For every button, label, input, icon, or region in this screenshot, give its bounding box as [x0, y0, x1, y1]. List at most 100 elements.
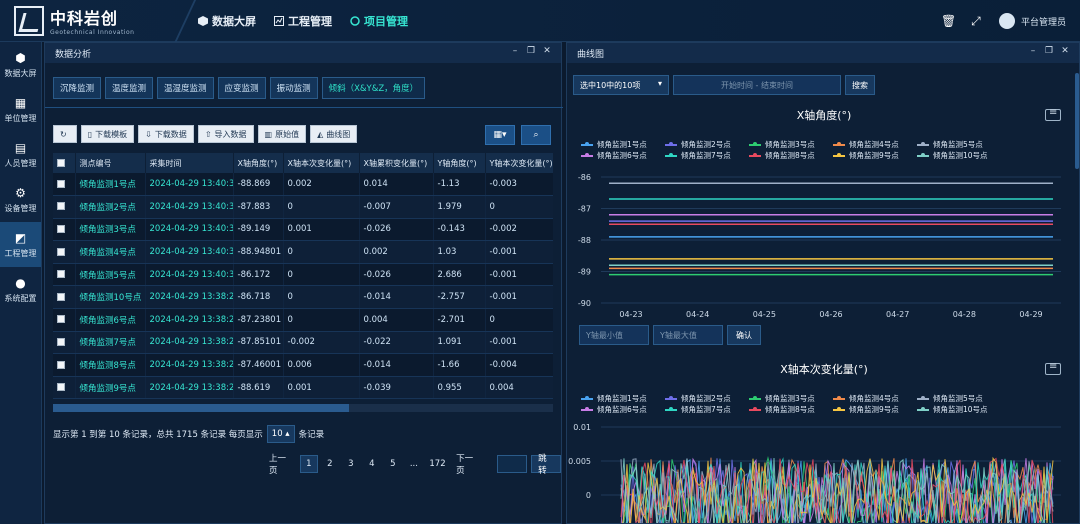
legend-item[interactable]: 倾角监测2号点 — [665, 393, 749, 404]
table-row[interactable]: 倾角监测3号点 2024-04-29 13:40:37 -89.149 0.001 -0… — [53, 218, 553, 242]
row-checkbox[interactable] — [57, 360, 65, 369]
nav-data-screen[interactable]: 数据大屏 — [198, 13, 256, 29]
y-max-input[interactable]: Y轴最大值 — [653, 325, 723, 345]
trash-icon[interactable]: 🗑 — [941, 14, 956, 28]
table-row[interactable]: 倾角监测5号点 2024-04-29 13:40:37 -86.172 0 -0.026… — [53, 263, 553, 287]
page-button[interactable]: 1 — [299, 455, 318, 473]
search-button[interactable]: ⌕ — [521, 125, 551, 145]
sidebar-item-data-screen[interactable]: ⬢ 数据大屏 — [0, 42, 41, 87]
legend-item[interactable]: 倾角监测6号点 — [581, 150, 665, 161]
row-checkbox[interactable] — [57, 383, 65, 392]
avatar[interactable] — [998, 13, 1015, 29]
legend-item[interactable]: 倾角监测10号点 — [917, 150, 1001, 161]
sidebar-item-unit-management[interactable]: ▦ 单位管理 — [0, 87, 41, 132]
table-row[interactable]: 倾角监测10号点 2024-04-29 13:38:23 -86.718 0 -0.01… — [53, 285, 553, 310]
columns-toggle-button[interactable]: ▦▾ — [485, 125, 515, 145]
legend-item[interactable]: 倾角监测3号点 — [749, 139, 833, 150]
import-data-button[interactable]: ⇧ 导入数据 — [197, 125, 254, 143]
chart-menu-icon[interactable] — [1045, 361, 1061, 375]
table-row[interactable]: 倾角监测9号点 2024-04-29 13:38:23 -88.619 0.001 -0… — [53, 376, 553, 400]
page-button[interactable]: 2 — [321, 455, 339, 473]
legend-item[interactable]: 倾角监测8号点 — [749, 150, 833, 161]
sidebar-item-personnel-management[interactable]: ▤ 人员管理 — [0, 132, 41, 177]
legend-item[interactable]: 倾角监测4号点 — [833, 139, 917, 150]
column-header[interactable]: Y轴角度(°) — [433, 153, 486, 173]
column-header[interactable]: X轴累积变化量(°) — [359, 153, 434, 173]
select-all-checkbox[interactable] — [57, 159, 65, 167]
close-icon[interactable]: ✕ — [1059, 46, 1071, 56]
row-checkbox[interactable] — [57, 179, 65, 188]
page-size-select[interactable]: 10 ▴ — [266, 425, 295, 443]
minimize-icon[interactable]: – — [1027, 46, 1039, 56]
chart-menu-icon[interactable] — [1045, 107, 1061, 121]
tab-temp-humidity[interactable]: 温湿度监测 — [157, 77, 214, 99]
vertical-scrollbar[interactable] — [1073, 63, 1079, 523]
tab-temperature[interactable]: 温度监测 — [105, 77, 154, 99]
search-button[interactable]: 搜索 — [845, 75, 875, 95]
fullscreen-icon[interactable]: ⤢ — [969, 14, 983, 28]
page-button[interactable]: 5 — [384, 455, 402, 473]
sidebar-item-device-management[interactable]: ⚙ 设备管理 — [0, 177, 41, 222]
prev-page-button[interactable]: 上一页 — [265, 454, 297, 476]
download-template-button[interactable]: ▯ 下载模板 — [80, 125, 135, 143]
page-button[interactable]: 4 — [363, 455, 381, 473]
table-row[interactable]: 倾角监测8号点 2024-04-29 13:38:23 -87.46001 0.006… — [53, 353, 553, 377]
column-header[interactable]: X轴本次变化量(°) — [283, 153, 360, 173]
legend-item[interactable]: 倾角监测5号点 — [917, 139, 1001, 150]
table-row[interactable]: 倾角监测2号点 2024-04-29 13:40:37 -87.883 0 -0.007… — [53, 195, 553, 219]
row-checkbox[interactable] — [57, 292, 65, 301]
maximize-icon[interactable]: ❐ — [525, 46, 537, 56]
row-checkbox[interactable] — [57, 202, 65, 211]
legend-item[interactable]: 倾角监测8号点 — [749, 404, 833, 415]
series-select[interactable]: 选中10中的10项 — [573, 75, 669, 95]
confirm-button[interactable]: 确认 — [727, 325, 761, 345]
maximize-icon[interactable]: ❐ — [1043, 46, 1055, 56]
table-row[interactable]: 倾角监测6号点 2024-04-29 13:38:23 -87.23801 0 0.00… — [53, 308, 553, 332]
row-checkbox[interactable] — [57, 224, 65, 233]
legend-item[interactable]: 倾角监测9号点 — [833, 404, 917, 415]
legend-item[interactable]: 倾角监测1号点 — [581, 139, 665, 150]
legend-item[interactable]: 倾角监测1号点 — [581, 393, 665, 404]
curve-chart-button[interactable]: ◭ 曲线图 — [310, 125, 358, 143]
minimize-icon[interactable]: – — [509, 46, 521, 56]
legend-item[interactable]: 倾角监测10号点 — [917, 404, 1001, 415]
column-header[interactable]: 测点编号 — [75, 153, 146, 173]
sidebar-item-system-config[interactable]: ● 系统配置 — [0, 267, 41, 312]
row-checkbox[interactable] — [57, 315, 65, 324]
table-row[interactable]: 倾角监测1号点 2024-04-29 13:40:37 -88.869 0.002 0.… — [53, 173, 553, 197]
row-checkbox[interactable] — [57, 247, 65, 256]
y-min-input[interactable]: Y轴最小值 — [579, 325, 649, 345]
legend-item[interactable]: 倾角监测5号点 — [917, 393, 1001, 404]
nav-project-management[interactable]: 工程管理 — [274, 13, 332, 29]
column-header[interactable]: X轴角度(°) — [233, 153, 284, 173]
row-checkbox[interactable] — [57, 270, 65, 279]
horizontal-scrollbar[interactable] — [53, 404, 553, 412]
column-header[interactable]: Y轴本次变化量(°) — [485, 153, 553, 173]
close-icon[interactable]: ✕ — [541, 46, 553, 56]
page-jump-button[interactable]: 跳转 — [531, 454, 562, 476]
legend-item[interactable]: 倾角监测7号点 — [665, 150, 749, 161]
legend-item[interactable]: 倾角监测6号点 — [581, 404, 665, 415]
tab-tilt[interactable]: 倾斜（X&Y&Z，角度） — [321, 77, 426, 99]
legend-item[interactable]: 倾角监测4号点 — [833, 393, 917, 404]
column-header[interactable]: 采集时间 — [145, 153, 234, 173]
download-data-button[interactable]: ⇩ 下载数据 — [138, 125, 194, 143]
sidebar-item-project-management[interactable]: ◩ 工程管理 — [0, 222, 41, 267]
legend-item[interactable]: 倾角监测7号点 — [665, 404, 749, 415]
table-row[interactable]: 倾角监测7号点 2024-04-29 13:38:23 -87.85101 -0.00… — [53, 331, 553, 355]
next-page-button[interactable]: 下一页 — [452, 454, 484, 476]
nav-item-management[interactable]: 项目管理 — [350, 13, 408, 29]
row-checkbox[interactable] — [57, 337, 65, 346]
page-button[interactable]: 172 — [426, 455, 449, 473]
page-button[interactable]: 3 — [342, 455, 360, 473]
legend-item[interactable]: 倾角监测3号点 — [749, 393, 833, 404]
legend-item[interactable]: 倾角监测2号点 — [665, 139, 749, 150]
raw-value-button[interactable]: ▥ 原始值 — [257, 125, 307, 143]
page-jump-input[interactable] — [496, 455, 528, 473]
date-range-input[interactable]: 开始时间 - 结束时间 — [673, 75, 841, 95]
table-row[interactable]: 倾角监测4号点 2024-04-29 13:40:37 -88.94801 0 0.00… — [53, 240, 553, 264]
user-name[interactable]: 平台管理员 — [1021, 15, 1066, 28]
tab-vibration[interactable]: 振动监测 — [269, 77, 318, 99]
tab-strain[interactable]: 应变监测 — [217, 77, 266, 99]
legend-item[interactable]: 倾角监测9号点 — [833, 150, 917, 161]
